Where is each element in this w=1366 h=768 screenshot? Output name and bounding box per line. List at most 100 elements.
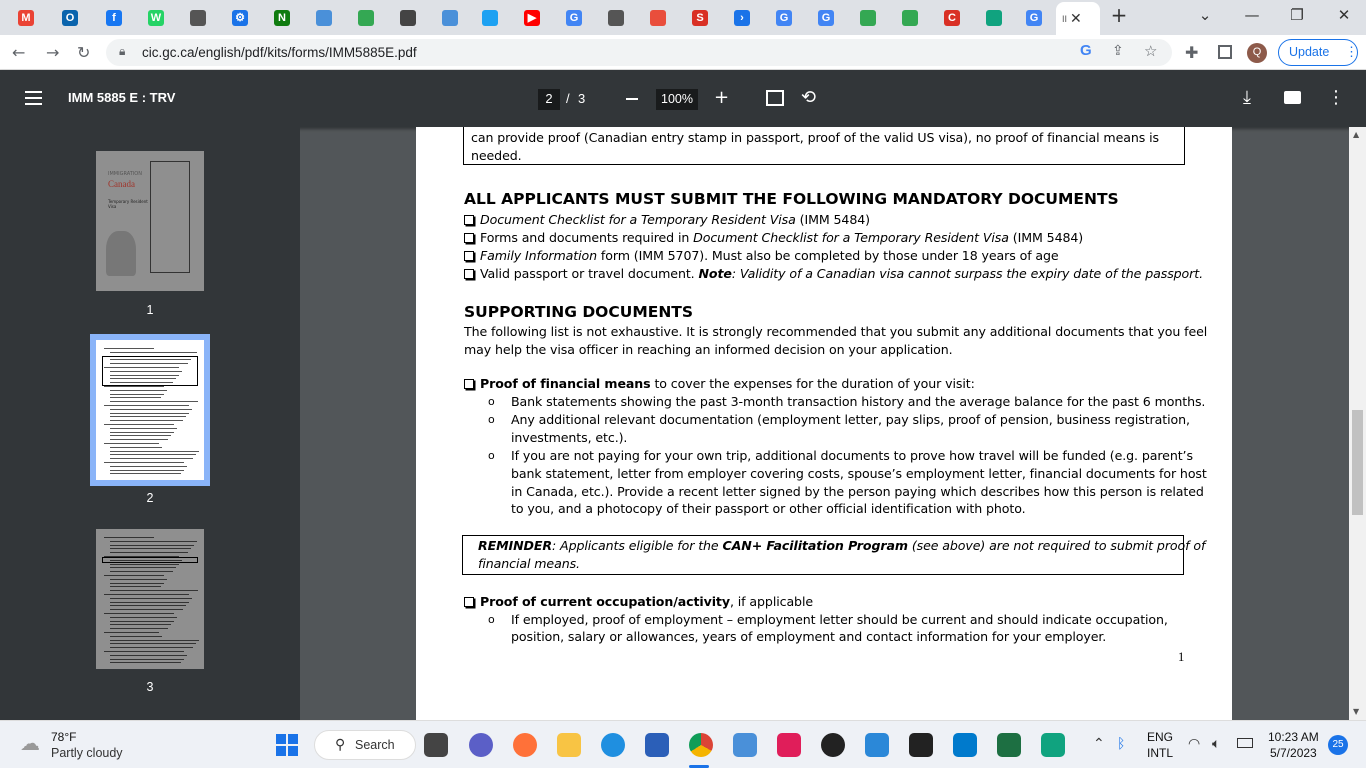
google-translate-icon[interactable]: G [1080, 42, 1092, 59]
browser-tab[interactable] [184, 4, 209, 31]
financial-rest: to cover the expenses for the duration o… [650, 376, 975, 391]
financial-bullet-2a: Any additional relevant documentation (e… [511, 412, 1190, 427]
edge-icon[interactable] [601, 733, 625, 757]
update-button[interactable]: Update ⋮ [1278, 39, 1358, 66]
thumbnail-text-line [110, 643, 196, 645]
media-player-icon[interactable] [821, 733, 845, 757]
notepad-icon[interactable] [865, 733, 889, 757]
weather-icon[interactable]: ☁ [20, 731, 40, 756]
browser-tab[interactable]: M [12, 4, 37, 31]
task-view-icon[interactable] [424, 733, 448, 757]
browser-tab[interactable]: G [812, 4, 837, 31]
wifi-icon[interactable]: ◠ [1188, 735, 1200, 752]
thumbnail-page-2[interactable] [96, 340, 204, 480]
battery-icon[interactable] [1237, 738, 1253, 748]
share-icon[interactable]: ⇪ [1112, 43, 1124, 59]
gmail-icon: M [18, 9, 34, 26]
terminal-icon[interactable] [909, 733, 933, 757]
browser-tab[interactable]: W [142, 4, 167, 31]
bird-app-icon[interactable] [733, 733, 757, 757]
restore-icon[interactable]: ❐ [1285, 6, 1309, 24]
lang-2[interactable]: INTL [1147, 746, 1173, 760]
side-panel-icon[interactable] [1218, 45, 1232, 59]
menu-icon[interactable] [25, 91, 42, 105]
thumbnail-page-1[interactable]: IMMIGRATION Canada Temporary Resident Vi… [96, 151, 204, 291]
profile-avatar[interactable]: Q [1247, 43, 1267, 63]
scroll-down-icon[interactable]: ▼ [1353, 707, 1359, 716]
zoom-in-icon[interactable]: + [714, 87, 729, 108]
print-icon[interactable] [1284, 91, 1301, 104]
browser-tab[interactable]: O [56, 4, 81, 31]
thumbnail-box [102, 557, 198, 563]
browser-tab[interactable]: ⚙ [226, 4, 251, 31]
browser-tab[interactable]: G [1020, 4, 1045, 31]
scroll-thumb[interactable] [1352, 410, 1363, 515]
active-tab[interactable]: II ✕ [1056, 2, 1100, 35]
teams-icon[interactable] [469, 733, 493, 757]
tab-search-icon[interactable]: ⌄ [1193, 6, 1217, 24]
back-icon[interactable]: ← [12, 43, 25, 62]
notification-badge[interactable]: 25 [1328, 735, 1348, 755]
vscode-icon[interactable] [953, 733, 977, 757]
browser-tab[interactable]: N [268, 4, 293, 31]
browser-tab[interactable]: G [560, 4, 585, 31]
thumbnail-text-line [110, 469, 184, 471]
page-number-input[interactable]: 2 [538, 89, 560, 110]
address-bar[interactable]: 🔒︎ cic.gc.ca/english/pdf/kits/forms/IMM5… [106, 39, 1172, 66]
scroll-up-icon[interactable]: ▲ [1353, 130, 1359, 139]
browser-tab[interactable] [644, 4, 669, 31]
bookmark-star-icon[interactable]: ☆ [1144, 42, 1157, 60]
browser-tab[interactable] [394, 4, 419, 31]
browser-tab[interactable] [310, 4, 335, 31]
reminder-bold: CAN+ Facilitation Program [722, 538, 908, 553]
browser-tab[interactable]: f [100, 4, 125, 31]
lock-icon[interactable]: 🔒︎ [119, 44, 125, 59]
zoom-out-icon[interactable] [626, 98, 638, 100]
store-icon[interactable] [645, 733, 669, 757]
browser-tab[interactable]: S [686, 4, 711, 31]
slack-icon[interactable] [777, 733, 801, 757]
rotate-icon[interactable]: ⟲ [801, 87, 816, 108]
clock-time[interactable]: 10:23 AM [1268, 730, 1319, 744]
bluetooth-icon[interactable]: ᛒ [1117, 735, 1125, 751]
lang-1[interactable]: ENG [1147, 730, 1173, 744]
minimize-icon[interactable]: — [1240, 6, 1264, 24]
extensions-icon[interactable]: ✚ [1185, 43, 1198, 62]
thumbnail-text-line [110, 397, 161, 399]
browser-tab[interactable]: › [728, 4, 753, 31]
browser-tab[interactable]: ▶ [518, 4, 543, 31]
pdf-viewer[interactable]: can provide proof (Canadian entry stamp … [300, 127, 1349, 720]
zoom-level[interactable]: 100% [656, 89, 698, 110]
reload-icon[interactable]: ↻ [77, 43, 90, 62]
browser-tab[interactable]: G [770, 4, 795, 31]
clock-date[interactable]: 5/7/2023 [1270, 746, 1317, 760]
close-window-icon[interactable]: ✕ [1332, 6, 1356, 24]
google-icon: G [566, 9, 582, 26]
firefox-icon[interactable] [513, 733, 537, 757]
file-explorer-icon[interactable] [557, 733, 581, 757]
browser-tab[interactable] [854, 4, 879, 31]
browser-tab[interactable] [436, 4, 461, 31]
browser-tab[interactable] [352, 4, 377, 31]
browser-tab[interactable] [896, 4, 921, 31]
browser-tab[interactable]: C [938, 4, 963, 31]
leaf-app-icon[interactable] [1041, 733, 1065, 757]
browser-tab[interactable] [476, 4, 501, 31]
chrome-icon[interactable] [689, 733, 713, 757]
vertical-scrollbar[interactable]: ▲ ▼ [1349, 127, 1366, 720]
fit-page-icon[interactable] [766, 90, 784, 106]
more-options-icon[interactable]: ⋮ [1327, 87, 1345, 108]
excel-icon[interactable] [997, 733, 1021, 757]
windows-start-icon[interactable] [276, 734, 298, 756]
browser-tab[interactable] [602, 4, 627, 31]
show-hidden-icons[interactable]: ⌃ [1093, 735, 1105, 752]
download-icon[interactable]: ⤓ [1243, 87, 1251, 108]
taskbar-search[interactable]: ⚲ Search [314, 730, 416, 760]
volume-icon[interactable]: 🔈︎ [1212, 735, 1220, 752]
browser-tab[interactable] [980, 4, 1005, 31]
c-icon: C [944, 9, 960, 26]
thumbnail-page-3[interactable] [96, 529, 204, 669]
forward-icon[interactable]: → [46, 43, 59, 62]
new-tab-icon[interactable]: + [1107, 3, 1131, 27]
close-tab-icon[interactable]: ✕ [1070, 10, 1082, 27]
